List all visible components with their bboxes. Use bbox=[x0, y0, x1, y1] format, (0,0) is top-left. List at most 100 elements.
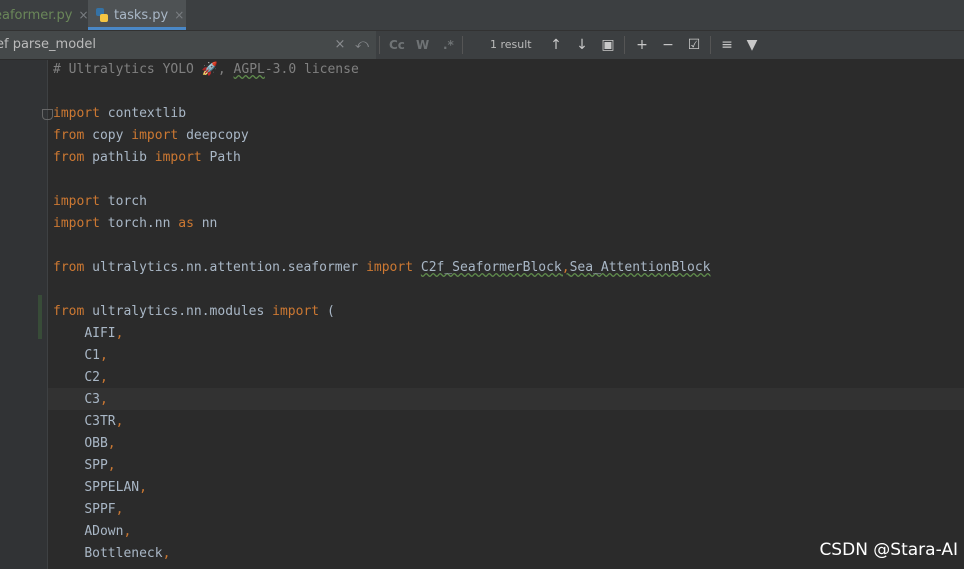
search-history-icon[interactable]: ⤺ bbox=[352, 35, 372, 55]
imported-name: SPPELAN bbox=[84, 480, 140, 495]
remove-occurrence-icon[interactable]: − bbox=[657, 35, 679, 55]
select-all-occurrences-icon[interactable]: ☑ bbox=[683, 35, 705, 55]
module-name: ultralytics.nn.attention.seaformer bbox=[84, 260, 367, 275]
imported-name: AIFI bbox=[84, 326, 116, 341]
comment-text: # Ultralytics YOLO 🚀, bbox=[53, 62, 234, 77]
next-occurrence-icon[interactable]: ↓ bbox=[571, 35, 593, 55]
vcs-change-marker[interactable] bbox=[38, 295, 42, 339]
module-name: copy bbox=[84, 128, 132, 143]
code-line: import torch bbox=[53, 191, 710, 213]
module-name: pathlib bbox=[84, 150, 155, 165]
code-line: C1, bbox=[53, 345, 710, 367]
code-line: from copy import deepcopy bbox=[53, 125, 710, 147]
regex-toggle[interactable]: .* bbox=[443, 35, 454, 55]
comma: , bbox=[99, 392, 108, 407]
match-case-toggle[interactable]: Cc bbox=[389, 35, 405, 55]
imported-name: C3 bbox=[84, 392, 100, 407]
code-line: # Ultralytics YOLO 🚀, AGPL-3.0 license bbox=[53, 59, 710, 81]
keyword: import bbox=[53, 106, 100, 121]
code-line: SPPF, bbox=[53, 499, 710, 521]
previous-occurrence-icon[interactable]: ↑ bbox=[545, 35, 567, 55]
comma: , bbox=[162, 546, 171, 561]
search-results-count: 1 result bbox=[490, 38, 532, 51]
imported-name: ADown bbox=[84, 524, 124, 539]
in-selection-icon[interactable]: ≡ bbox=[716, 35, 738, 55]
code-line: C3, bbox=[53, 389, 710, 411]
imported-name: C2f_SeaformerBlock bbox=[420, 260, 562, 275]
keyword: from bbox=[53, 128, 85, 143]
add-occurrence-icon[interactable]: + bbox=[631, 35, 653, 55]
code-line: ADown, bbox=[53, 521, 710, 543]
comment-text: AGPL bbox=[233, 62, 265, 77]
python-file-icon bbox=[96, 8, 108, 22]
keyword: from bbox=[53, 260, 85, 275]
tab-seaformer-label: eaformer.py bbox=[0, 7, 73, 23]
search-query[interactable]: ef parse_model bbox=[0, 37, 96, 52]
editor-tab-bar: eaformer.py × tasks.py × bbox=[0, 0, 964, 31]
comma: , bbox=[115, 502, 124, 517]
divider bbox=[710, 36, 711, 54]
filter-icon[interactable]: ▼ bbox=[741, 35, 763, 55]
words-toggle[interactable]: W bbox=[416, 35, 429, 55]
code-line: from ultralytics.nn.attention.seaformer … bbox=[53, 257, 710, 279]
module-name: contextlib bbox=[99, 106, 187, 121]
code-line: import torch.nn as nn bbox=[53, 213, 710, 235]
active-tab-indicator bbox=[88, 27, 186, 30]
comma: , bbox=[99, 370, 108, 385]
module-name: ultralytics.nn.modules bbox=[84, 304, 273, 319]
code-line: SPPELAN, bbox=[53, 477, 710, 499]
imported-name: nn bbox=[193, 216, 218, 231]
comma: , bbox=[115, 414, 124, 429]
comment-text: -3.0 license bbox=[264, 62, 359, 77]
comma: , bbox=[99, 348, 108, 363]
imported-name: OBB bbox=[84, 436, 108, 451]
code-line: from pathlib import Path bbox=[53, 147, 710, 169]
imported-name: SPP bbox=[84, 458, 108, 473]
divider bbox=[462, 36, 463, 54]
comma: , bbox=[123, 524, 132, 539]
comma: , bbox=[107, 458, 116, 473]
code-line: OBB, bbox=[53, 433, 710, 455]
imported-name: C2 bbox=[84, 370, 100, 385]
divider bbox=[624, 36, 625, 54]
open-paren: ( bbox=[319, 304, 335, 319]
code-line: C3TR, bbox=[53, 411, 710, 433]
line-gutter[interactable] bbox=[0, 60, 48, 569]
search-input[interactable]: ef parse_model bbox=[0, 31, 376, 59]
keyword: import bbox=[154, 150, 202, 165]
module-name: torch bbox=[99, 194, 147, 209]
code-line: Bottleneck, bbox=[53, 543, 710, 565]
find-toolbar: ef parse_model × ⤺ Cc W .* 1 result ↑ ↓ … bbox=[0, 31, 964, 60]
code-editor[interactable]: # Ultralytics YOLO 🚀, AGPL-3.0 license i… bbox=[53, 59, 710, 565]
keyword: import bbox=[131, 128, 179, 143]
code-line: C2, bbox=[53, 367, 710, 389]
tab-tasks[interactable]: tasks.py × bbox=[88, 0, 186, 30]
imported-name: Sea_AttentionBlock bbox=[569, 260, 711, 275]
keyword: import bbox=[53, 194, 100, 209]
imported-name: Bottleneck bbox=[84, 546, 163, 561]
keyword: from bbox=[53, 304, 85, 319]
imported-name: C3TR bbox=[84, 414, 116, 429]
code-line: SPP, bbox=[53, 455, 710, 477]
divider bbox=[379, 36, 380, 54]
fold-icon[interactable] bbox=[42, 109, 53, 120]
module-name: torch.nn bbox=[99, 216, 179, 231]
imported-name: SPPF bbox=[84, 502, 116, 517]
comma: , bbox=[107, 436, 116, 451]
keyword: import bbox=[366, 260, 414, 275]
code-line: import contextlib bbox=[53, 103, 710, 125]
tab-seaformer[interactable]: eaformer.py × bbox=[0, 0, 89, 30]
close-icon[interactable]: × bbox=[174, 8, 184, 22]
code-line: AIFI, bbox=[53, 323, 710, 345]
open-in-window-icon[interactable]: ▣ bbox=[597, 35, 619, 55]
keyword: as bbox=[178, 216, 194, 231]
imported-name: Path bbox=[201, 150, 241, 165]
watermark: CSDN @Stara-AI bbox=[819, 540, 958, 560]
clear-icon[interactable]: × bbox=[330, 35, 350, 55]
tab-tasks-label: tasks.py bbox=[114, 7, 169, 23]
keyword: from bbox=[53, 150, 85, 165]
